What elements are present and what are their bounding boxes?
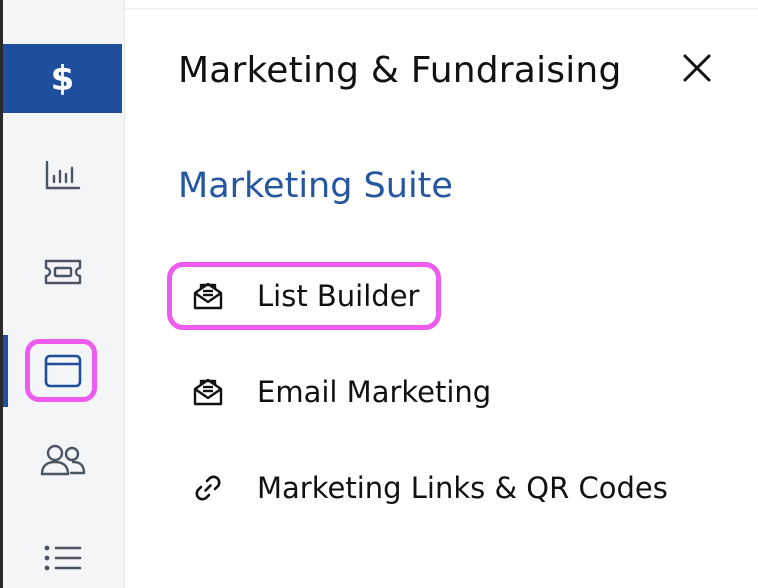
- dollar-icon: $: [50, 58, 75, 99]
- envelope-open-icon: [190, 374, 226, 410]
- menu-item-label: Email Marketing: [257, 375, 492, 409]
- sidebar-item-lists[interactable]: [3, 526, 122, 588]
- sidebar-item-tickets[interactable]: [3, 240, 122, 304]
- bar-chart-icon: [45, 160, 81, 190]
- list-icon: [43, 543, 83, 573]
- panel-title: Marketing & Fundraising: [178, 50, 622, 91]
- section-heading: Marketing Suite: [178, 166, 453, 206]
- link-icon: [190, 470, 226, 506]
- sidebar-item-fundraising[interactable]: $: [3, 44, 122, 113]
- menu-item-marketing-links[interactable]: Marketing Links & QR Codes: [190, 466, 668, 510]
- users-icon: [40, 443, 86, 477]
- sidebar-item-reports[interactable]: [3, 143, 122, 207]
- app-frame: $ Marketing & Fundraising Marketing Suit…: [0, 0, 758, 588]
- sidebar-item-people[interactable]: [3, 428, 122, 492]
- close-icon: [678, 50, 716, 88]
- ticket-icon: [43, 258, 83, 286]
- menu-item-email-marketing[interactable]: Email Marketing: [190, 370, 491, 414]
- menu-highlight-ring: [167, 262, 441, 330]
- menu-item-label: Marketing Links & QR Codes: [257, 471, 668, 505]
- close-button[interactable]: [678, 50, 716, 88]
- sidebar-highlight-ring: [25, 339, 97, 402]
